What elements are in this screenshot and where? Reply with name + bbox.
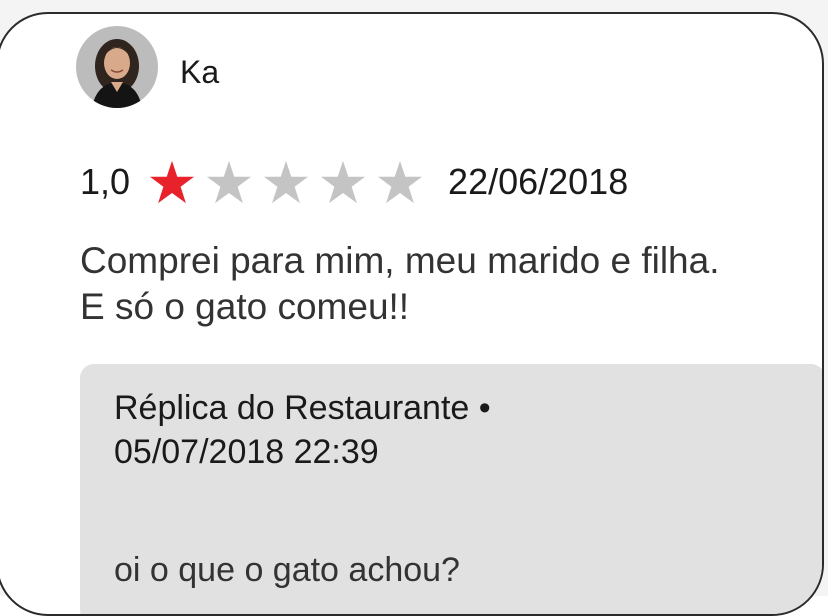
rating-row: 1,0 22/06/2018 <box>80 160 628 204</box>
reply-header: Réplica do Restaurante • 05/07/2018 22:3… <box>114 386 794 474</box>
star-rating <box>148 159 424 205</box>
star-empty-icon <box>378 160 423 204</box>
review-text-line: Comprei para mim, meu marido e filha. <box>80 240 720 281</box>
avatar-image <box>76 26 158 108</box>
review-date: 22/06/2018 <box>448 161 629 202</box>
star-empty-icon <box>207 160 252 204</box>
star-empty-icon <box>264 160 309 204</box>
review-author[interactable]: Ka <box>180 52 219 92</box>
star-filled-icon <box>150 160 195 204</box>
review-text-line: E só o gato comeu!! <box>80 286 410 327</box>
reply-title: Réplica do Restaurante • <box>114 389 491 427</box>
reply-text: oi o que o gato achou? <box>114 551 460 589</box>
review-text: Comprei para mim, meu marido e filha. E … <box>80 238 800 330</box>
screenshot-frame: Ka 1,0 22/06/2018 Comprei para mim, meu … <box>0 0 828 616</box>
restaurant-reply: Réplica do Restaurante • 05/07/2018 22:3… <box>80 364 822 614</box>
avatar[interactable] <box>76 26 158 108</box>
review-card: Ka 1,0 22/06/2018 Comprei para mim, meu … <box>0 12 824 616</box>
rating-value: 1,0 <box>80 161 131 202</box>
reply-datetime: 05/07/2018 22:39 <box>114 433 379 471</box>
star-empty-icon <box>321 160 366 204</box>
